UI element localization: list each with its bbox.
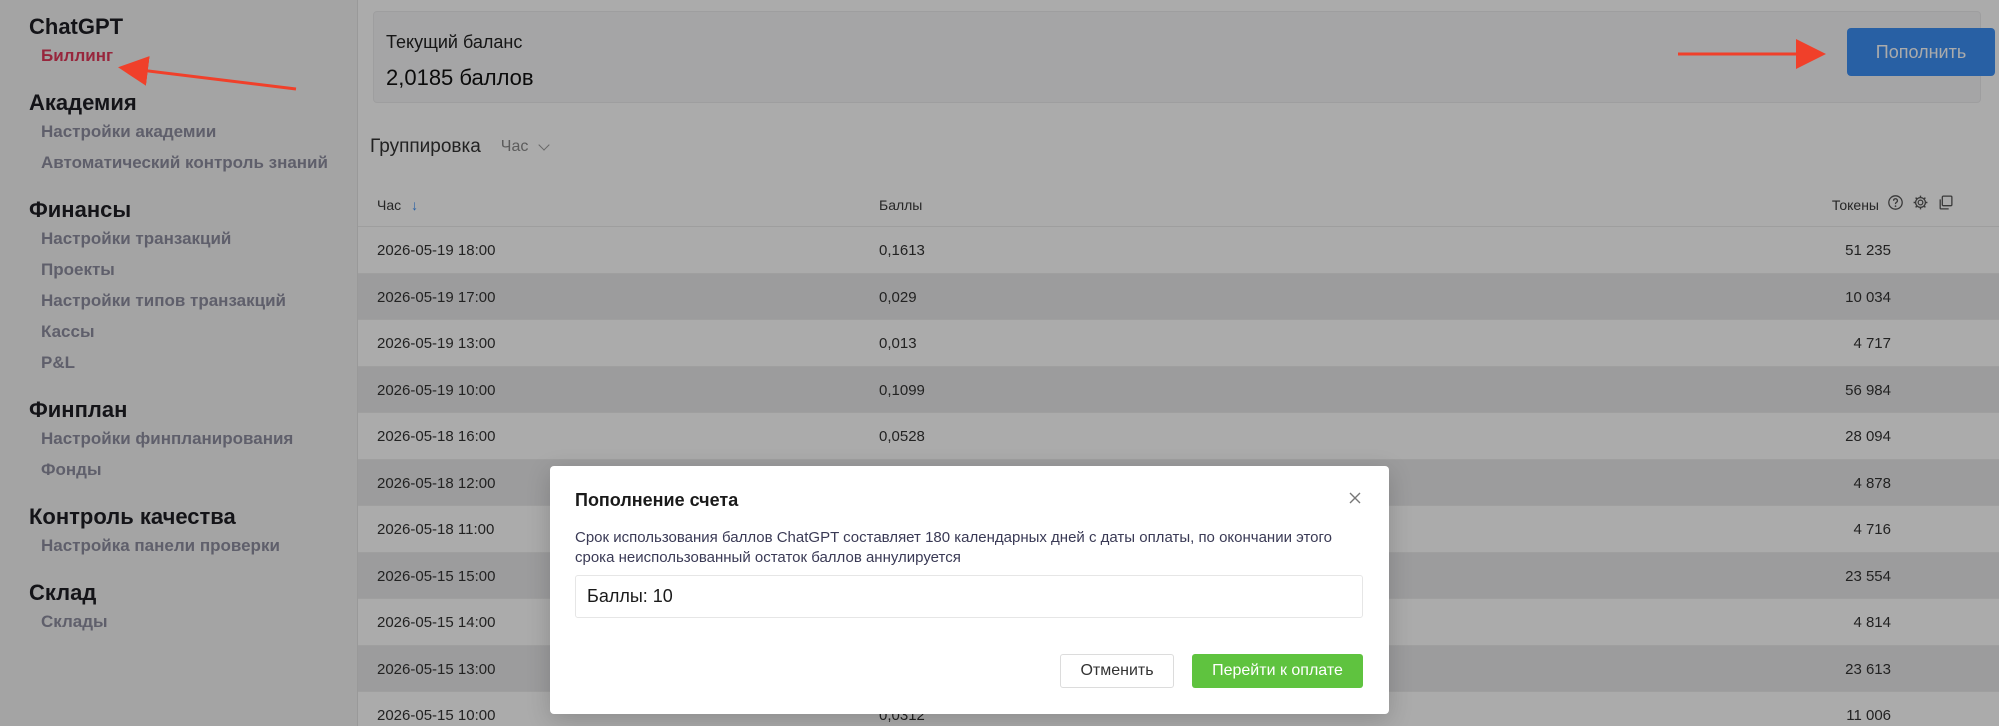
close-icon[interactable] [1347,490,1363,506]
points-amount-input[interactable]: Баллы: 10 [575,575,1363,618]
dialog-description: Срок использования баллов ChatGPT состав… [575,529,1332,566]
go-to-payment-button[interactable]: Перейти к оплате [1192,654,1363,688]
topup-dialog: Пополнение счета Срок использования балл… [550,466,1389,714]
dialog-title: Пополнение счета [575,490,739,510]
cancel-button[interactable]: Отменить [1060,654,1174,688]
